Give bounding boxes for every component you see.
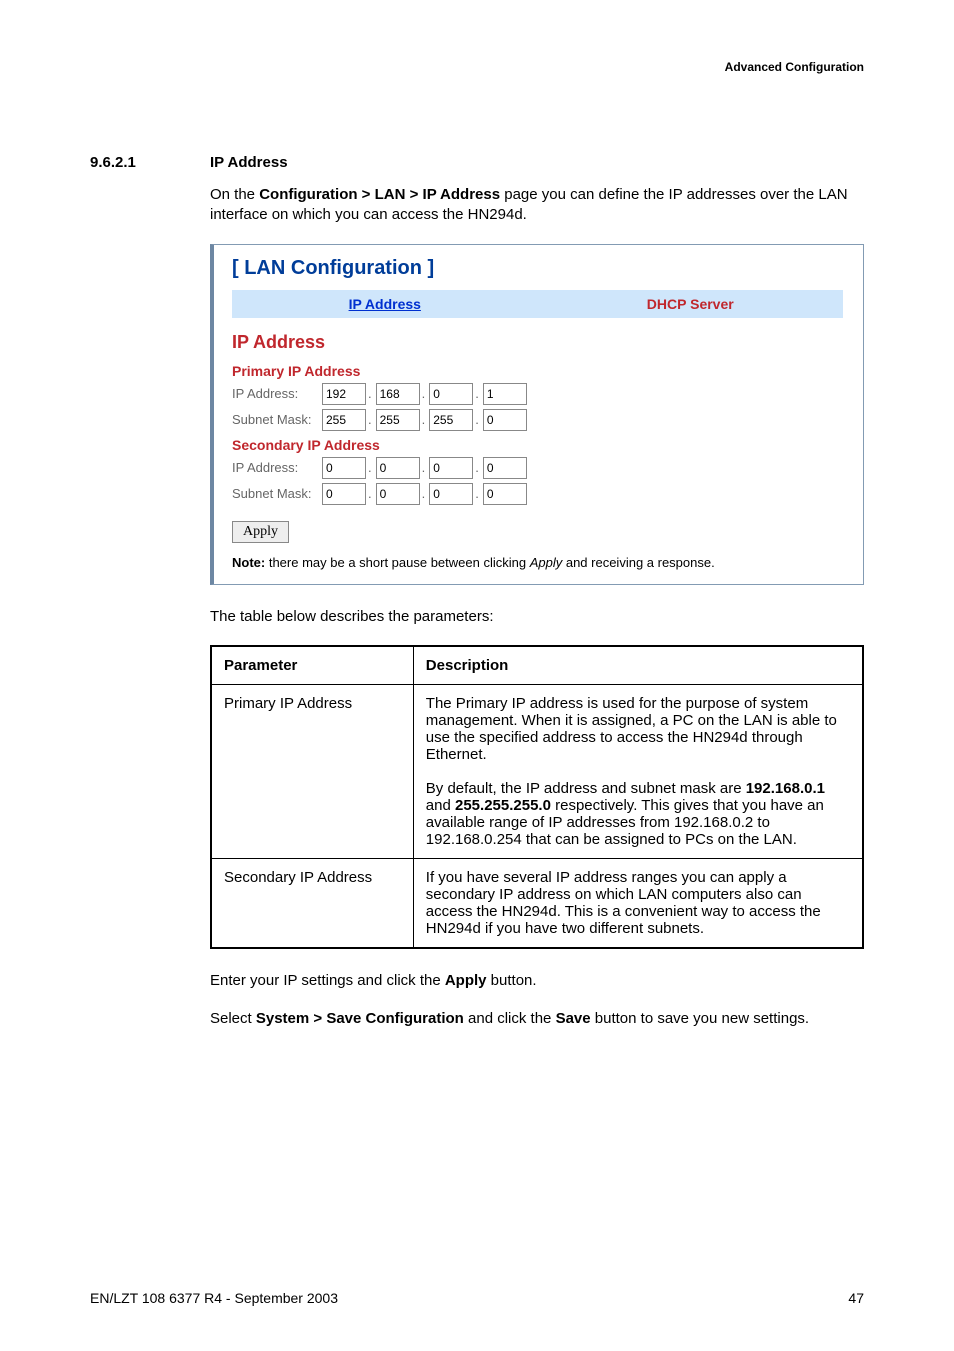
text: button. [487, 972, 537, 989]
desc-bold: 255.255.255.0 [455, 797, 551, 814]
secondary-ip-row: IP Address: . . . [232, 457, 843, 479]
param-cell: Primary IP Address [212, 684, 414, 858]
text: button to save you new settings. [591, 1010, 809, 1027]
desc-bold: 192.168.0.1 [746, 780, 825, 797]
desc-text: and [426, 797, 455, 814]
apply-instruction: Enter your IP settings and click the App… [210, 971, 864, 991]
desc-para: The Primary IP address is used for the p… [426, 695, 850, 763]
primary-mask-octet-1[interactable] [322, 409, 366, 431]
dot-icon: . [368, 486, 372, 501]
primary-mask-octet-3[interactable] [429, 409, 473, 431]
tab-dhcp-server[interactable]: DHCP Server [538, 290, 844, 318]
secondary-ip-octet-3[interactable] [429, 457, 473, 479]
save-instruction: Select System > Save Configuration and c… [210, 1009, 864, 1029]
apply-word: Apply [445, 972, 487, 989]
intro-pre: On the [210, 186, 259, 203]
dot-icon: . [368, 460, 372, 475]
dot-icon: . [475, 486, 479, 501]
secondary-mask-octet-1[interactable] [322, 483, 366, 505]
table-intro: The table below describes the parameters… [210, 607, 864, 627]
parameter-table: Parameter Description Primary IP Address… [211, 646, 863, 948]
primary-ip-octet-3[interactable] [429, 383, 473, 405]
secondary-ip-label: IP Address: [232, 460, 322, 475]
secondary-mask-octet-2[interactable] [376, 483, 420, 505]
secondary-ip-octet-1[interactable] [322, 457, 366, 479]
note-apply-word: Apply [530, 555, 563, 570]
secondary-mask-row: Subnet Mask: . . . [232, 483, 843, 505]
section-title: IP Address [210, 154, 288, 171]
desc-para: By default, the IP address and subnet ma… [426, 780, 850, 848]
section-number: 9.6.2.1 [90, 154, 210, 171]
col-parameter-header: Parameter [212, 646, 414, 684]
save-word: Save [556, 1010, 591, 1027]
lan-config-panel: [ LAN Configuration ] IP Address DHCP Se… [210, 244, 864, 585]
note-label: Note: [232, 555, 265, 570]
dot-icon: . [422, 460, 426, 475]
primary-mask-row: Subnet Mask: . . . [232, 409, 843, 431]
dot-icon: . [475, 412, 479, 427]
text: Select [210, 1010, 256, 1027]
secondary-ip-heading: Secondary IP Address [232, 437, 843, 453]
tab-bar: IP Address DHCP Server [232, 290, 843, 318]
primary-mask-label: Subnet Mask: [232, 412, 322, 427]
param-cell: Secondary IP Address [212, 858, 414, 947]
parameter-table-wrap: Parameter Description Primary IP Address… [210, 645, 864, 949]
primary-mask-octet-2[interactable] [376, 409, 420, 431]
primary-ip-octet-4[interactable] [483, 383, 527, 405]
text: and click the [464, 1010, 556, 1027]
secondary-ip-octet-4[interactable] [483, 457, 527, 479]
dot-icon: . [422, 412, 426, 427]
primary-ip-row: IP Address: . . . [232, 383, 843, 405]
primary-ip-octet-2[interactable] [376, 383, 420, 405]
desc-cell: The Primary IP address is used for the p… [413, 684, 862, 858]
footer-left: EN/LZT 108 6377 R4 - September 2003 [90, 1290, 338, 1306]
primary-ip-label: IP Address: [232, 386, 322, 401]
dot-icon: . [368, 386, 372, 401]
apply-note: Note: there may be a short pause between… [232, 555, 843, 570]
dot-icon: . [475, 386, 479, 401]
secondary-ip-octet-2[interactable] [376, 457, 420, 479]
secondary-mask-octet-4[interactable] [483, 483, 527, 505]
save-path: System > Save Configuration [256, 1010, 464, 1027]
desc-cell: If you have several IP address ranges yo… [413, 858, 862, 947]
text: Enter your IP settings and click the [210, 972, 445, 989]
dot-icon: . [422, 386, 426, 401]
dot-icon: . [368, 412, 372, 427]
intro-path: Configuration > LAN > IP Address [259, 186, 500, 203]
section-heading-row: 9.6.2.1 IP Address [90, 154, 864, 171]
col-description-header: Description [413, 646, 862, 684]
table-row: Primary IP Address The Primary IP addres… [212, 684, 863, 858]
intro-paragraph: On the Configuration > LAN > IP Address … [210, 185, 864, 226]
primary-mask-octet-4[interactable] [483, 409, 527, 431]
table-header-row: Parameter Description [212, 646, 863, 684]
primary-ip-octet-1[interactable] [322, 383, 366, 405]
page-footer: EN/LZT 108 6377 R4 - September 2003 47 [90, 1290, 864, 1306]
primary-ip-heading: Primary IP Address [232, 363, 843, 379]
tab-ip-address[interactable]: IP Address [232, 290, 538, 318]
panel-title: [ LAN Configuration ] [232, 257, 843, 280]
note-text-1: there may be a short pause between click… [265, 555, 529, 570]
note-text-2: and receiving a response. [562, 555, 714, 570]
page-number: 47 [848, 1290, 864, 1306]
secondary-mask-label: Subnet Mask: [232, 486, 322, 501]
panel-heading: IP Address [232, 332, 843, 353]
apply-button[interactable]: Apply [232, 521, 289, 543]
desc-text: By default, the IP address and subnet ma… [426, 780, 746, 797]
secondary-mask-octet-3[interactable] [429, 483, 473, 505]
dot-icon: . [422, 486, 426, 501]
dot-icon: . [475, 460, 479, 475]
running-header: Advanced Configuration [90, 60, 864, 74]
table-row: Secondary IP Address If you have several… [212, 858, 863, 947]
